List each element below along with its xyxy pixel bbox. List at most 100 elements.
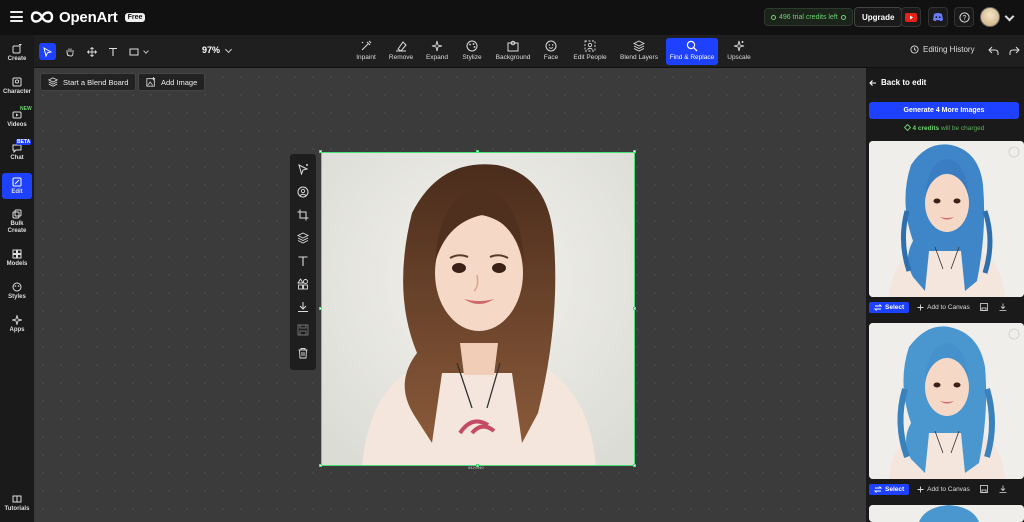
swap-icon	[874, 485, 882, 493]
character-icon	[12, 77, 22, 87]
charge-notice: 4 credits will be charged	[869, 123, 1019, 132]
zoom-level[interactable]: 97%	[202, 45, 220, 55]
chevron-down-icon[interactable]	[224, 45, 233, 54]
result-image-1[interactable]	[869, 141, 1024, 297]
nav-label: Create	[7, 56, 27, 62]
layers-icon[interactable]	[297, 232, 309, 244]
tool-find-replace[interactable]: Find & Replace	[666, 38, 718, 65]
resize-handle[interactable]	[633, 307, 636, 310]
layers-icon	[48, 77, 58, 87]
undo-icon[interactable]	[988, 46, 999, 56]
tool-background[interactable]: Background	[492, 38, 534, 65]
result-actions-2: Select Add to Canvas	[869, 481, 1019, 497]
resize-handle[interactable]	[633, 150, 636, 153]
magic-select-icon[interactable]	[297, 163, 309, 175]
save-icon[interactable]	[297, 324, 309, 336]
face-swap-icon[interactable]	[297, 186, 309, 198]
models-icon	[12, 249, 22, 259]
trash-icon[interactable]	[297, 347, 309, 359]
chevron-down-icon[interactable]	[1004, 11, 1015, 22]
resize-handle[interactable]	[319, 307, 322, 310]
nav-item-models[interactable]: Models	[2, 249, 32, 267]
upgrade-button[interactable]: Upgrade	[854, 7, 903, 27]
edit-people-icon	[584, 40, 596, 52]
beta-badge: BETA	[16, 139, 32, 145]
add-image-button[interactable]: Add Image	[138, 73, 206, 91]
resize-handle[interactable]	[633, 464, 636, 467]
nav-item-character[interactable]: Character	[2, 77, 32, 95]
result-image-2[interactable]	[869, 323, 1024, 479]
generate-more-button[interactable]: Generate 4 More Images	[869, 102, 1019, 119]
background-icon	[507, 40, 519, 52]
nav-item-chat[interactable]: Chat BETA	[2, 139, 32, 161]
nav-label: Apps	[9, 327, 25, 333]
resize-handle[interactable]	[476, 150, 479, 153]
credits-indicator[interactable]: 496 trial credits left	[764, 8, 853, 26]
start-blend-board-button[interactable]: Start a Blend Board	[40, 73, 137, 91]
tool-upscale[interactable]: Upscale	[724, 38, 754, 65]
crop-icon[interactable]	[297, 209, 309, 221]
app-name: OpenArt	[59, 8, 118, 26]
info-icon	[840, 14, 846, 20]
back-to-edit-button[interactable]: Back to edit	[869, 78, 926, 87]
tool-label: Stylize	[462, 54, 482, 61]
nav-item-videos[interactable]: Videos NEW	[2, 106, 32, 128]
stylize-icon	[466, 40, 478, 52]
nav-item-apps[interactable]: Apps	[2, 315, 32, 333]
charge-amount: 4 credits	[912, 125, 940, 132]
download-icon[interactable]	[999, 485, 1007, 493]
menu-icon[interactable]	[10, 11, 23, 22]
tool-remove[interactable]: Remove	[386, 38, 416, 65]
tool-inpaint[interactable]: Inpaint	[352, 38, 380, 65]
blend-layers-icon	[633, 40, 645, 52]
history-icon	[910, 45, 919, 54]
tool-blend-layers[interactable]: Blend Layers	[617, 38, 661, 65]
text-tool[interactable]	[104, 43, 121, 60]
add-image-icon	[146, 77, 156, 87]
nav-label: Character	[2, 89, 31, 95]
plus-icon	[917, 486, 924, 492]
save-icon[interactable]	[980, 303, 988, 311]
select-button[interactable]: Select	[869, 483, 910, 495]
tool-stylize[interactable]: Stylize	[458, 38, 486, 65]
nav-item-bulk-create[interactable]: Bulk Create	[2, 209, 32, 235]
nav-item-styles[interactable]: Styles	[2, 282, 32, 300]
nav-item-edit[interactable]: Edit	[2, 173, 32, 199]
nav-label: Bulk Create	[7, 221, 27, 234]
download-icon[interactable]	[297, 301, 309, 313]
result-portrait	[869, 323, 1024, 479]
shape-tool[interactable]	[125, 43, 142, 60]
select-label: Select	[885, 485, 905, 493]
result-image-3[interactable]	[869, 505, 1024, 522]
save-icon[interactable]	[980, 485, 988, 493]
tool-expand[interactable]: Expand	[422, 38, 452, 65]
download-icon[interactable]	[999, 303, 1007, 311]
redo-icon[interactable]	[1009, 46, 1020, 56]
hand-tool[interactable]	[61, 43, 78, 60]
find-replace-icon	[686, 40, 698, 52]
tool-label: Expand	[425, 54, 449, 61]
shapes-icon[interactable]	[297, 278, 309, 290]
tool-face[interactable]: Face	[540, 38, 562, 65]
chevron-down-icon[interactable]	[143, 48, 149, 54]
new-badge: NEW	[20, 106, 32, 112]
discord-button[interactable]	[928, 7, 948, 27]
add-to-canvas-button[interactable]: Add to Canvas	[917, 486, 970, 493]
pointer-tool[interactable]	[39, 43, 56, 60]
nav-item-tutorials[interactable]: Tutorials	[2, 494, 32, 512]
resize-handle[interactable]	[319, 464, 322, 467]
avatar[interactable]	[980, 7, 1000, 27]
tool-label: Remove	[388, 54, 414, 61]
text-icon[interactable]	[297, 255, 309, 267]
editing-history-button[interactable]: Editing History	[910, 45, 975, 54]
logo[interactable]: OpenArt Free	[30, 8, 146, 26]
nav-item-create[interactable]: Create	[2, 44, 32, 62]
resize-handle[interactable]	[319, 150, 322, 153]
tool-edit-people[interactable]: Edit People	[569, 38, 611, 65]
canvas-image[interactable]	[321, 152, 635, 466]
move-tool[interactable]	[83, 43, 100, 60]
add-to-canvas-button[interactable]: Add to Canvas	[917, 304, 970, 311]
select-button[interactable]: Select	[869, 301, 910, 313]
youtube-button[interactable]	[901, 7, 921, 27]
help-button[interactable]: ?	[954, 7, 974, 27]
